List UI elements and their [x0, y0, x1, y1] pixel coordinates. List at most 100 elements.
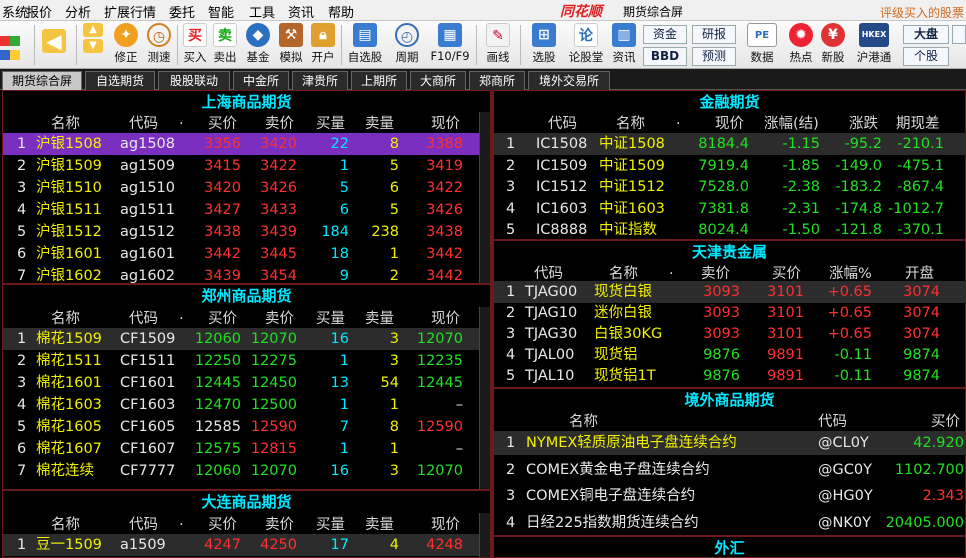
cell: CF1601	[120, 375, 176, 391]
ipo-button[interactable]: ¥ 新股	[818, 23, 848, 65]
fund-button[interactable]: ◆ 基金	[244, 23, 272, 65]
scrollbar[interactable]	[479, 112, 490, 283]
tab-futures-overview[interactable]: 期货综合屏	[2, 71, 82, 90]
tab-czce[interactable]: 郑商所	[469, 71, 525, 90]
tab-overseas-exchange[interactable]: 境外交易所	[528, 71, 610, 90]
table-row[interactable]: 4 日经225指数期货连续合约 @NK0Y 20405.000	[494, 511, 965, 535]
table-row[interactable]: 4 沪银1511 ag1511 3427 3433 6 5 3426	[3, 199, 490, 221]
table-row[interactable]: 1 豆一1509 a1509 4247 4250 17 4 4248	[3, 534, 490, 556]
tab-shfe[interactable]: 上期所	[351, 71, 407, 90]
menu-help[interactable]: 帮助	[328, 2, 354, 21]
table-row[interactable]: 4 棉花1603 CF1603 12470 12500 1 1 –	[3, 394, 490, 416]
table-row[interactable]: 5 TJAL10 现货铝1T 9876 9891 -0.11 9874	[494, 365, 965, 387]
table-row[interactable]: 6 棉花1607 CF1607 12575 12815 1 1 –	[3, 438, 490, 460]
cell: 3419	[426, 158, 463, 174]
fund-flow-button[interactable]: 资金	[643, 25, 687, 44]
menu-system[interactable]: 系统	[2, 2, 28, 21]
scrollbar[interactable]	[479, 513, 490, 557]
cell: ag1508	[120, 136, 175, 152]
sell-button[interactable]: 卖卖出	[212, 23, 238, 65]
table-row[interactable]: 4 IC1603 中证1603 7381.8 -2.31 -174.8 -1012.7	[494, 198, 965, 220]
tab-dce[interactable]: 大商所	[410, 71, 466, 90]
cell: 4	[506, 514, 516, 531]
cell: TJAG10	[525, 305, 578, 321]
market-dropdown[interactable]: 大盘	[903, 25, 949, 44]
updown-button[interactable]: ▲ ▼	[80, 23, 106, 55]
cell: 7	[339, 419, 349, 435]
pen-icon: ✎	[486, 23, 510, 47]
cell: 3438	[426, 224, 463, 240]
promo-link[interactable]: 评级买入的股票	[880, 4, 964, 21]
table-row[interactable]: 1 IC1508 中证1508 8184.4 -1.15 -95.2 -210.1	[494, 133, 965, 155]
watchlist-button[interactable]: ▤ 自选股	[345, 23, 385, 65]
scrollbar[interactable]	[479, 307, 490, 489]
cell: IC8888	[536, 222, 588, 238]
research-button[interactable]: 研报	[692, 25, 736, 44]
table-row[interactable]: 2 IC1509 中证1509 7919.4 -1.85 -149.0 -475.1	[494, 155, 965, 177]
cell: 4	[17, 397, 27, 413]
table-row[interactable]: 1 NYMEX轻质原油电子盘连续合约 @CL0Y 42.920	[494, 431, 965, 455]
data-button[interactable]: PE 数据	[742, 23, 782, 65]
tab-cffex[interactable]: 中金所	[233, 71, 289, 90]
menu-tools[interactable]: 工具	[249, 2, 275, 21]
table-row[interactable]: 7 棉花连续 CF7777 12060 12070 16 3 12070	[3, 460, 490, 482]
draw-line-button[interactable]: ✎ 画线	[480, 23, 516, 65]
overflow-button[interactable]	[952, 25, 966, 44]
table-row[interactable]: 3 沪银1510 ag1510 3420 3426 5 6 3422	[3, 177, 490, 199]
info-button[interactable]: ▥ 资讯	[610, 23, 638, 65]
buy-button[interactable]: 买买入	[182, 23, 208, 65]
menu-info[interactable]: 资讯	[288, 2, 314, 21]
menu-analysis[interactable]: 分析	[65, 2, 91, 21]
table-row[interactable]: 2 棉花1511 CF1511 12250 12275 1 3 12235	[3, 350, 490, 372]
open-account-button[interactable]: 🔒︎ 开户	[309, 23, 337, 65]
tab-bar: 期货综合屏 自选期货 股股联动 中金所 津贵所 上期所 大商所 郑商所 境外交易…	[0, 69, 966, 90]
tab-custom-futures[interactable]: 自选期货	[85, 71, 155, 90]
correct-button[interactable]: ✦ 修正	[110, 23, 142, 65]
forum-button[interactable]: 论论股堂	[567, 23, 605, 65]
hk-connect-button[interactable]: HKEX 沪港通	[853, 23, 895, 65]
table-row[interactable]: 3 TJAG30 白银30KG 3093 3101 +0.65 3074	[494, 323, 965, 345]
tab-tjpme[interactable]: 津贵所	[292, 71, 348, 90]
table-row[interactable]: 4 TJAL00 现货铝 9876 9891 -0.11 9874	[494, 344, 965, 366]
color-grid-icon[interactable]	[0, 35, 20, 63]
table-row[interactable]: 6 沪银1601 ag1601 3442 3445 18 1 3442	[3, 243, 490, 265]
table-row[interactable]: 2 沪银1509 ag1509 3415 3422 1 5 3419	[3, 155, 490, 177]
menu-quote[interactable]: 报价	[26, 2, 52, 21]
cell: 棉花连续	[36, 463, 94, 479]
tab-stock-futures-link[interactable]: 股股联动	[158, 71, 230, 90]
table-row[interactable]: 5 沪银1512 ag1512 3438 3439 184 238 3438	[3, 221, 490, 243]
hotspot-button[interactable]: ✹ 热点	[786, 23, 816, 65]
table-row[interactable]: 1 沪银1508 ag1508 3356 3420 22 8 3388	[3, 133, 490, 155]
table-row[interactable]: 2 TJAG10 迷你白银 3093 3101 +0.65 3074	[494, 302, 965, 324]
bbd-button[interactable]: BBD	[643, 47, 687, 66]
stock-button[interactable]: 个股	[903, 47, 949, 66]
cell: 1	[17, 537, 27, 553]
table-row[interactable]: 1 TJAG00 现货白银 3093 3101 +0.65 3074	[494, 281, 965, 303]
table-row[interactable]: 3 棉花1601 CF1601 12445 12450 13 54 12445	[3, 372, 490, 394]
back-button[interactable]: ◀	[42, 29, 66, 55]
table-header: 代码 名称 . 现价 涨幅(结) 涨跌 期现差	[548, 112, 940, 132]
table-row[interactable]: 2 COMEX黄金电子盘连续合约 @GC0Y 1102.700	[494, 458, 965, 482]
table-row[interactable]: 5 IC8888 中证指数 8024.4 -1.50 -121.8 -370.1	[494, 219, 965, 239]
cell: 3438	[204, 224, 241, 240]
period-button[interactable]: ◴ 周期	[390, 23, 424, 65]
cell: ag1512	[120, 224, 175, 240]
forecast-button[interactable]: 预测	[692, 47, 736, 66]
simulate-button[interactable]: ⚒ 模拟	[277, 23, 305, 65]
cell: 中证1512	[599, 179, 665, 195]
table-row[interactable]: 3 IC1512 中证1512 7528.0 -2.38 -183.2 -867.4	[494, 176, 965, 198]
f10-button[interactable]: ▦ F10/F9	[428, 23, 472, 63]
cell: 1	[506, 136, 516, 152]
table-row[interactable]: 7 沪银1602 ag1602 3439 3454 9 2 3442	[3, 265, 490, 283]
menu-trade[interactable]: 委托	[169, 2, 195, 21]
cell: CF7777	[120, 463, 176, 479]
cell: 3093	[703, 305, 740, 321]
table-row[interactable]: 5 棉花1605 CF1605 12585 12590 7 8 12590	[3, 416, 490, 438]
menu-smart[interactable]: 智能	[208, 2, 234, 21]
stock-select-button[interactable]: ⊞ 选股	[526, 23, 562, 65]
table-row[interactable]: 1 棉花1509 CF1509 12060 12070 16 3 12070	[3, 328, 490, 350]
speedtest-button[interactable]: ◷ 测速	[144, 23, 174, 65]
cell: -210.1	[897, 136, 944, 152]
table-row[interactable]: 3 COMEX铜电子盘连续合约 @HG0Y 2.343	[494, 484, 965, 508]
menu-extended-quote[interactable]: 扩展行情	[104, 2, 156, 21]
